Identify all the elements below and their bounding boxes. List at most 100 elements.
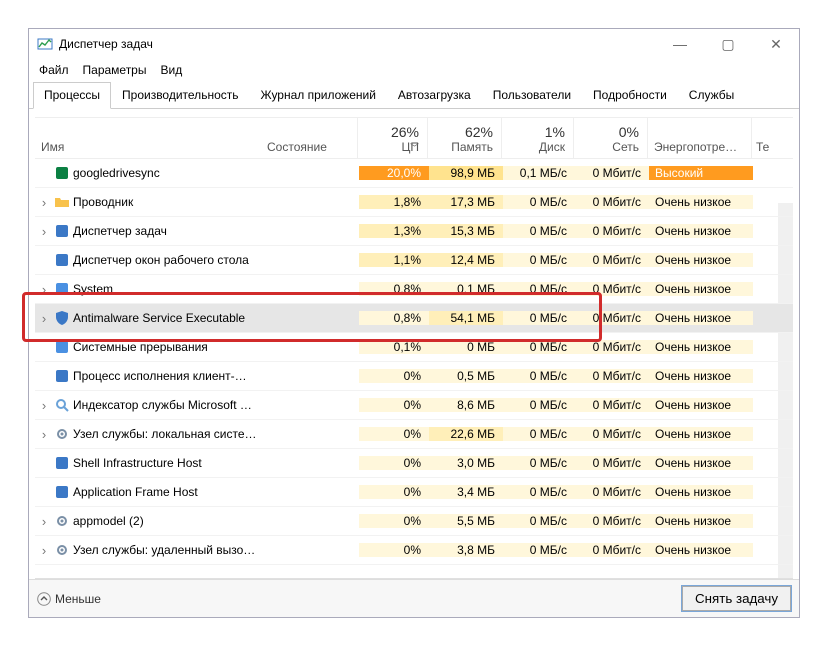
tab-users[interactable]: Пользователи bbox=[482, 82, 582, 109]
cell-mem: 3,4 МБ bbox=[429, 485, 503, 499]
process-icon bbox=[53, 252, 71, 268]
cell-disk: 0 МБ/с bbox=[503, 311, 575, 325]
cell-mem: 17,3 МБ bbox=[429, 195, 503, 209]
app-icon bbox=[54, 484, 70, 500]
task-manager-window: Диспетчер задач — ▢ ✕ Файл Параметры Вид… bbox=[28, 28, 800, 618]
process-row[interactable]: Процесс исполнения клиент-…0%0,5 МБ0 МБ/… bbox=[35, 362, 793, 391]
cell-power: Очень низкое bbox=[649, 340, 753, 354]
process-row[interactable]: Проводник1,8%17,3 МБ0 МБ/с0 Мбит/сОчень … bbox=[35, 188, 793, 217]
process-icon bbox=[53, 513, 71, 529]
tab-performance[interactable]: Производительность bbox=[111, 82, 249, 109]
expand-toggle[interactable] bbox=[35, 543, 53, 558]
cell-net: 0 Мбит/с bbox=[575, 369, 649, 383]
cell-cpu: 1,1% bbox=[359, 253, 429, 267]
process-icon bbox=[53, 455, 71, 471]
cell-mem: 0,5 МБ bbox=[429, 369, 503, 383]
process-icon bbox=[53, 339, 71, 355]
cell-mem: 0,1 МБ bbox=[429, 282, 503, 296]
process-name: Shell Infrastructure Host bbox=[71, 456, 267, 470]
close-button[interactable]: ✕ bbox=[761, 36, 791, 53]
cell-net: 0 Мбит/с bbox=[575, 485, 649, 499]
header-cpu[interactable]: ﹀ 26% ЦП bbox=[357, 118, 427, 158]
process-name: appmodel (2) bbox=[71, 514, 267, 528]
cell-net: 0 Мбит/с bbox=[575, 166, 649, 180]
header-memory[interactable]: 62% Память bbox=[427, 118, 501, 158]
menubar: Файл Параметры Вид bbox=[29, 59, 799, 81]
process-name: Процесс исполнения клиент-… bbox=[71, 369, 267, 383]
expand-toggle[interactable] bbox=[35, 427, 53, 442]
menu-view[interactable]: Вид bbox=[160, 63, 182, 77]
sort-indicator-icon: ﹀ bbox=[410, 141, 419, 154]
cell-mem: 5,5 МБ bbox=[429, 514, 503, 528]
process-row[interactable]: Antimalware Service Executable0,8%54,1 М… bbox=[35, 304, 793, 333]
cell-disk: 0 МБ/с bbox=[503, 253, 575, 267]
cell-net: 0 Мбит/с bbox=[575, 253, 649, 267]
cell-mem: 22,6 МБ bbox=[429, 427, 503, 441]
process-icon bbox=[53, 368, 71, 384]
process-row[interactable]: Индексатор службы Microsoft …0%8,6 МБ0 М… bbox=[35, 391, 793, 420]
header-state[interactable]: Состояние bbox=[267, 140, 357, 154]
minimize-button[interactable]: — bbox=[665, 36, 695, 53]
process-row[interactable]: googledrivesync20,0%98,9 МБ0,1 МБ/с0 Мби… bbox=[35, 159, 793, 188]
cell-disk: 0 МБ/с bbox=[503, 224, 575, 238]
cell-cpu: 0% bbox=[359, 369, 429, 383]
app-icon bbox=[54, 455, 70, 471]
cell-power: Очень низкое bbox=[649, 253, 753, 267]
tab-processes[interactable]: Процессы bbox=[33, 82, 111, 109]
cell-mem: 15,3 МБ bbox=[429, 224, 503, 238]
content-area: Имя Состояние ﹀ 26% ЦП 62% Память 1% Дис… bbox=[29, 109, 799, 579]
sys-icon bbox=[54, 281, 70, 297]
expand-toggle[interactable] bbox=[35, 282, 53, 297]
menu-file[interactable]: Файл bbox=[39, 63, 69, 77]
process-row[interactable]: System0,8%0,1 МБ0 МБ/с0 Мбит/сОчень низк… bbox=[35, 275, 793, 304]
cell-net: 0 Мбит/с bbox=[575, 340, 649, 354]
cell-net: 0 Мбит/с bbox=[575, 514, 649, 528]
cell-power: Очень низкое bbox=[649, 427, 753, 441]
expand-toggle[interactable] bbox=[35, 224, 53, 239]
tab-startup[interactable]: Автозагрузка bbox=[387, 82, 482, 109]
cell-cpu: 0% bbox=[359, 543, 429, 557]
process-row[interactable]: Узел службы: локальная систе…0%22,6 МБ0 … bbox=[35, 420, 793, 449]
cell-power: Очень низкое bbox=[649, 514, 753, 528]
cell-disk: 0 МБ/с bbox=[503, 543, 575, 557]
expand-toggle[interactable] bbox=[35, 311, 53, 326]
header-network[interactable]: 0% Сеть bbox=[573, 118, 647, 158]
app-icon bbox=[54, 368, 70, 384]
process-name: System bbox=[71, 282, 267, 296]
process-list[interactable]: googledrivesync20,0%98,9 МБ0,1 МБ/с0 Мби… bbox=[35, 159, 793, 579]
process-row[interactable]: appmodel (2)0%5,5 МБ0 МБ/с0 Мбит/сОчень … bbox=[35, 507, 793, 536]
end-task-button[interactable]: Снять задачу bbox=[682, 586, 791, 611]
header-power[interactable]: Энергопотре… bbox=[647, 118, 751, 158]
process-row[interactable]: Узел службы: удаленный вызо…0%3,8 МБ0 МБ… bbox=[35, 536, 793, 565]
maximize-button[interactable]: ▢ bbox=[713, 36, 743, 53]
column-headers: Имя Состояние ﹀ 26% ЦП 62% Память 1% Дис… bbox=[35, 117, 793, 159]
process-icon bbox=[53, 194, 71, 210]
process-row[interactable]: Диспетчер задач1,3%15,3 МБ0 МБ/с0 Мбит/с… bbox=[35, 217, 793, 246]
header-disk[interactable]: 1% Диск bbox=[501, 118, 573, 158]
process-row[interactable]: Системные прерывания0,1%0 МБ0 МБ/с0 Мбит… bbox=[35, 333, 793, 362]
cell-cpu: 1,8% bbox=[359, 195, 429, 209]
fewer-details-button[interactable]: Меньше bbox=[37, 592, 101, 606]
expand-toggle[interactable] bbox=[35, 398, 53, 413]
cell-disk: 0 МБ/с bbox=[503, 195, 575, 209]
process-row[interactable]: Shell Infrastructure Host0%3,0 МБ0 МБ/с0… bbox=[35, 449, 793, 478]
cell-power: Очень низкое bbox=[649, 282, 753, 296]
process-row[interactable]: Диспетчер окон рабочего стола1,1%12,4 МБ… bbox=[35, 246, 793, 275]
expand-toggle[interactable] bbox=[35, 195, 53, 210]
cell-power: Высокий bbox=[649, 166, 753, 180]
header-name[interactable]: Имя bbox=[41, 140, 265, 154]
header-trend[interactable]: Те bbox=[751, 118, 793, 158]
tab-details[interactable]: Подробности bbox=[582, 82, 678, 109]
tab-apphistory[interactable]: Журнал приложений bbox=[250, 82, 387, 109]
process-name: Диспетчер окон рабочего стола bbox=[71, 253, 267, 267]
menu-options[interactable]: Параметры bbox=[83, 63, 147, 77]
tab-services[interactable]: Службы bbox=[678, 82, 745, 109]
titlebar[interactable]: Диспетчер задач — ▢ ✕ bbox=[29, 29, 799, 59]
gear-icon bbox=[54, 426, 70, 442]
expand-toggle[interactable] bbox=[35, 514, 53, 529]
process-row[interactable]: Application Frame Host0%3,4 МБ0 МБ/с0 Мб… bbox=[35, 478, 793, 507]
cell-power: Очень низкое bbox=[649, 224, 753, 238]
cell-cpu: 0% bbox=[359, 456, 429, 470]
cell-net: 0 Мбит/с bbox=[575, 282, 649, 296]
process-name: Системные прерывания bbox=[71, 340, 267, 354]
